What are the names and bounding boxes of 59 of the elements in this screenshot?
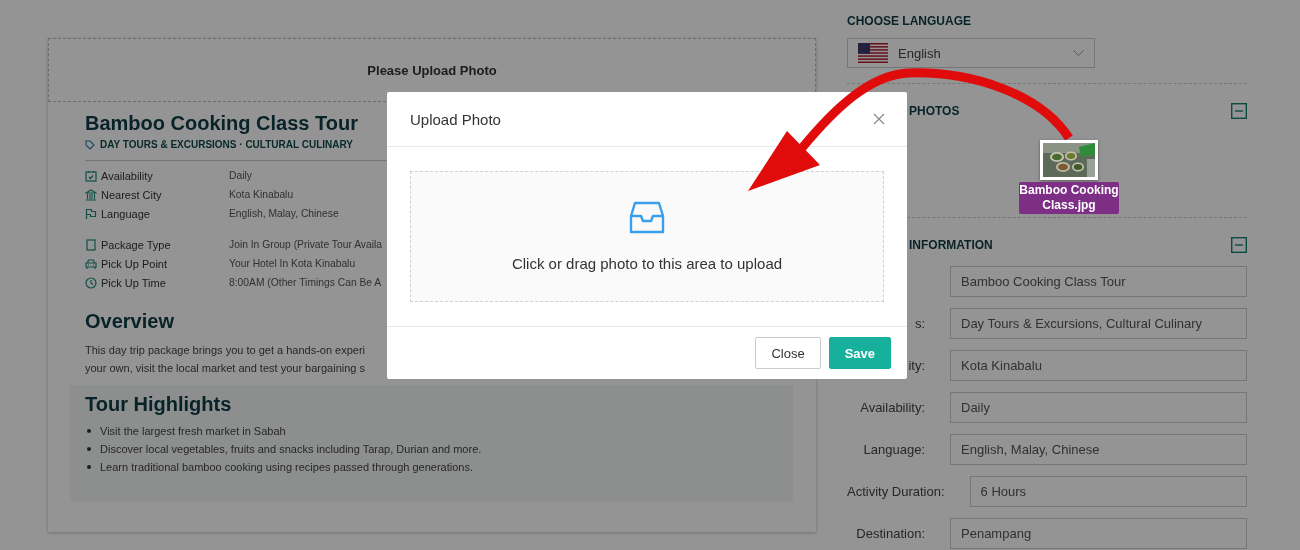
field-label: ity:: [908, 358, 925, 373]
detail-label: Pick Up Point: [101, 257, 169, 270]
section-heading: Tour Highlights: [85, 393, 232, 416]
flag-icon: [858, 43, 888, 63]
clock-icon: [85, 276, 97, 289]
text-field[interactable]: English, Malay, Chinese: [950, 434, 1247, 465]
calendar-icon: [85, 169, 97, 182]
flag-icon: [85, 207, 97, 220]
detail-label: Pick Up Time: [101, 276, 167, 289]
upload-dropzone[interactable]: Click or drag photo to this area to upload: [410, 171, 884, 302]
category-text: DAY TOURS & EXCURSIONS · CULTURAL CULINARY: [100, 139, 353, 150]
text-field[interactable]: 6 Hours: [969, 476, 1247, 507]
highlight-item: Learn traditional bamboo cooking using recipes passed through generations.: [100, 460, 474, 475]
tag-icon: [85, 139, 95, 150]
bullet-icon: [87, 465, 91, 469]
chevron-down-icon: [1073, 49, 1084, 57]
inbox-icon: [629, 201, 665, 235]
detail-value: Your Hotel In Kota Kinabalu: [229, 258, 356, 269]
detail-value: Daily: [229, 170, 252, 181]
detail-label: Nearest City: [101, 188, 163, 201]
highlight-item: Visit the largest fresh market in Sabah: [100, 424, 286, 439]
text-field[interactable]: Kota Kinabalu: [950, 350, 1247, 381]
close-icon[interactable]: [873, 113, 885, 125]
field-label: s:: [914, 316, 925, 331]
collapse-icon[interactable]: [1231, 103, 1247, 119]
door-icon: [85, 238, 97, 251]
detail-value: Kota Kinabalu: [229, 189, 294, 200]
field-label: Destination:: [856, 526, 925, 541]
bullet-icon: [87, 429, 91, 433]
highlight-item: Discover local vegetables, fruits and snacks including Tarap, Durian and more.: [100, 442, 482, 457]
detail-label: Availability: [101, 169, 154, 182]
language-select[interactable]: English: [847, 38, 1095, 68]
dropzone-text: Click or drag photo to this area to upload: [511, 255, 783, 272]
section-title: PHOTOS: [908, 104, 960, 118]
file-name-label: Bamboo Cooking Class.jpg: [1019, 182, 1119, 214]
collapse-icon[interactable]: [1231, 237, 1247, 253]
section-title: INFORMATION: [908, 238, 993, 252]
detail-value: 8:00AM (Other Timings Can Be A: [229, 277, 382, 288]
text-field[interactable]: Penampang: [950, 518, 1247, 549]
car-icon: [85, 257, 97, 270]
detail-label: Package Type: [101, 238, 172, 251]
field-label: Language:: [863, 442, 925, 457]
field-label: Activity Duration:: [847, 484, 945, 499]
bullet-icon: [87, 447, 91, 451]
detail-value: English, Malay, Chinese: [229, 208, 339, 219]
overview-text: This day trip package brings you to get a hands-on experi your own, visit the local market and test your bargaining s: [85, 343, 366, 376]
text-field[interactable]: Daily: [950, 392, 1247, 423]
detail-value: Join In Group (Private Tour Availa: [229, 239, 382, 250]
modal-title: Upload Photo: [410, 110, 501, 128]
close-button[interactable]: Close: [755, 337, 821, 369]
tour-title: Bamboo Cooking Class Tour: [85, 112, 358, 135]
bank-icon: [85, 188, 97, 201]
text-field[interactable]: Day Tours & Excursions, Cultural Culinary: [950, 308, 1247, 339]
text-field[interactable]: Bamboo Cooking Class Tour: [950, 266, 1247, 297]
field-label: Availability:: [860, 400, 925, 415]
section-title: CHOOSE LANGUAGE: [847, 14, 972, 28]
save-button[interactable]: Save: [828, 337, 891, 369]
section-heading: Overview: [85, 310, 174, 333]
detail-label: Language: [101, 207, 151, 220]
